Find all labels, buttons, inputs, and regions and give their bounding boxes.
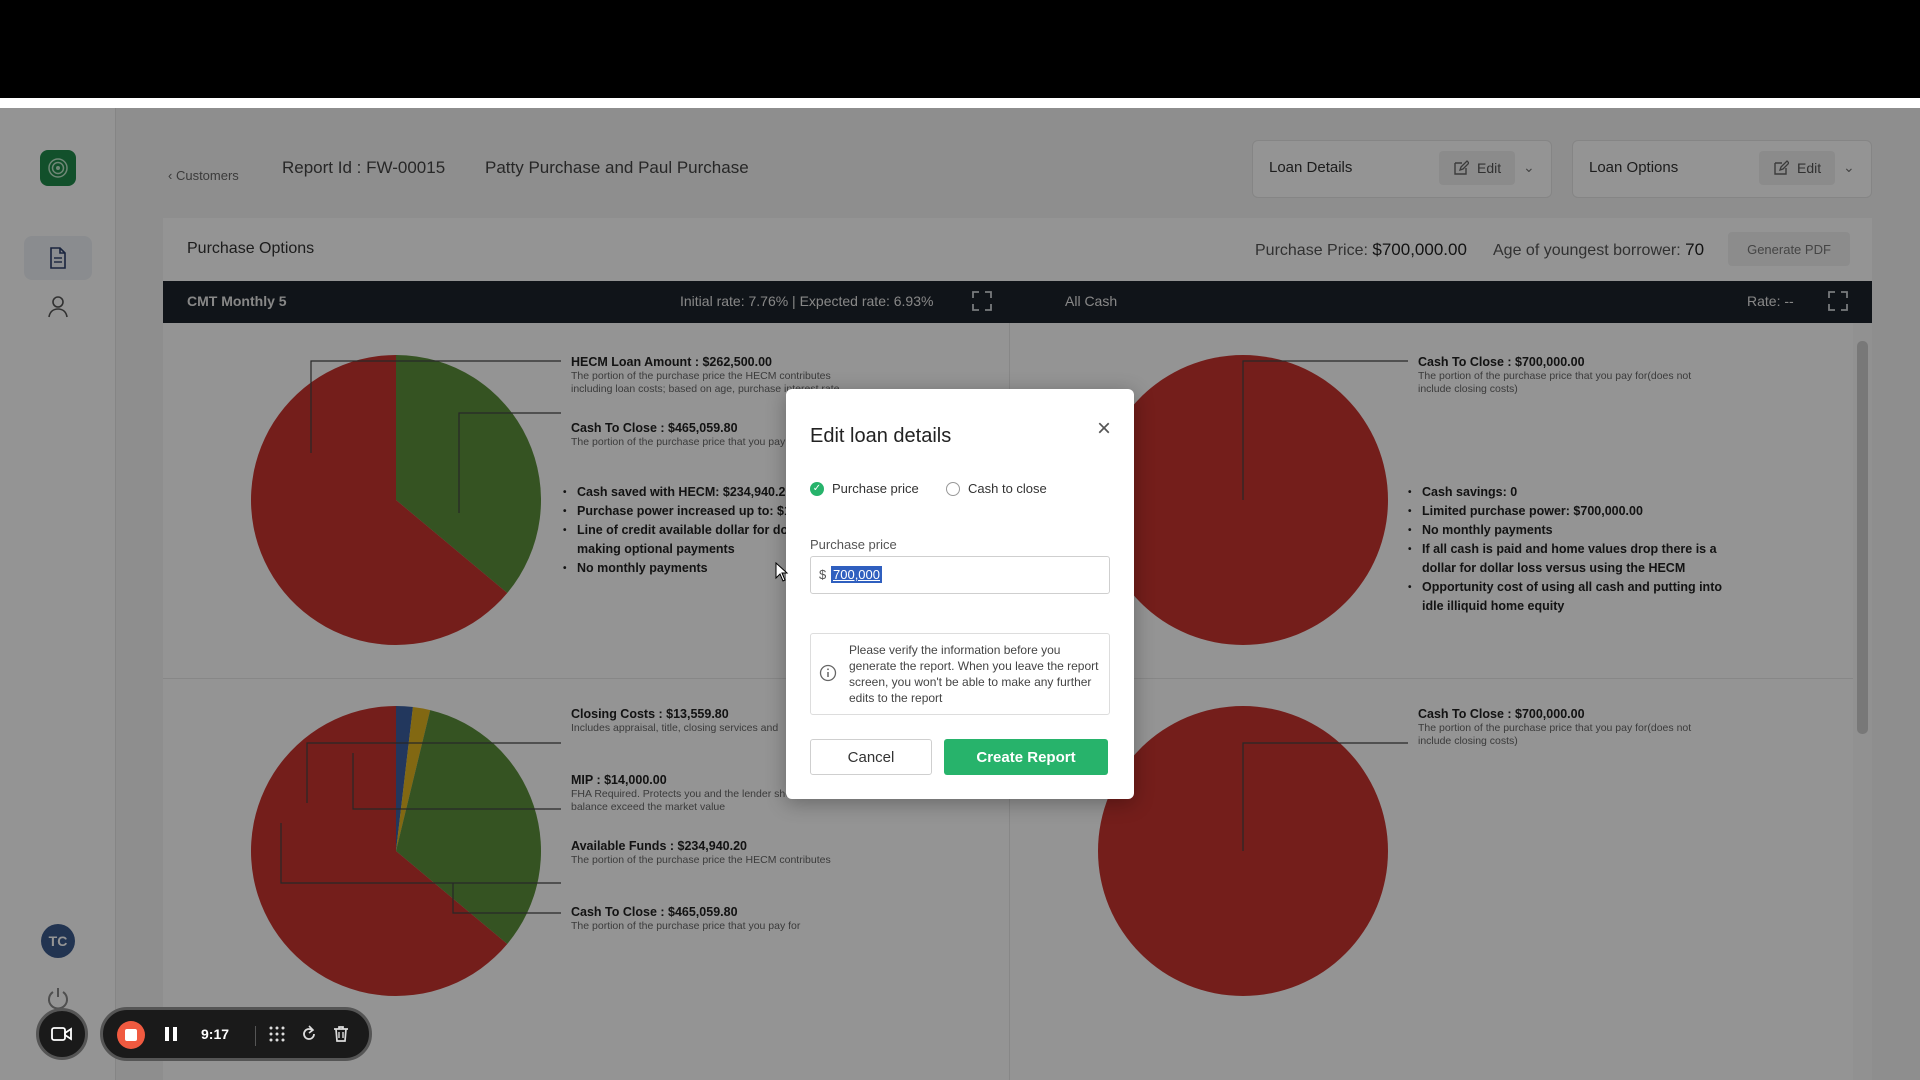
create-report-button[interactable]: Create Report xyxy=(944,739,1108,775)
radio-cash-to-close-label: Cash to close xyxy=(968,481,1047,496)
info-icon xyxy=(819,664,837,682)
cancel-button[interactable]: Cancel xyxy=(810,739,932,775)
radio-purchase-price[interactable]: ✓ Purchase price xyxy=(810,481,919,496)
radio-purchase-price-label: Purchase price xyxy=(832,481,919,496)
trash-icon[interactable] xyxy=(331,1024,351,1044)
radio-cash-to-close[interactable]: Cash to close xyxy=(946,481,1047,496)
recording-timer: 9:17 xyxy=(201,1026,230,1042)
stop-icon xyxy=(125,1029,137,1041)
close-icon[interactable]: × xyxy=(1092,417,1116,441)
purchase-price-value-selected[interactable]: 700,000 xyxy=(831,566,882,583)
video-camera-icon xyxy=(51,1027,72,1041)
pause-icon[interactable] xyxy=(161,1024,181,1044)
recorder-camera-button[interactable] xyxy=(36,1008,88,1060)
screen-top-strip xyxy=(0,98,1920,108)
purchase-price-field-label: Purchase price xyxy=(810,537,897,552)
stop-recording-button[interactable] xyxy=(117,1021,145,1049)
info-text: Please verify the information before you… xyxy=(849,643,1099,705)
restart-icon[interactable] xyxy=(299,1024,319,1044)
screen-top-letterbox xyxy=(0,0,1920,98)
currency-symbol: $ xyxy=(819,567,827,582)
recorder-toolbar: 9:17 xyxy=(100,1007,372,1061)
purchase-price-input[interactable]: $ 700,000 xyxy=(810,556,1110,594)
grid-dots-icon[interactable] xyxy=(267,1024,287,1044)
mouse-cursor-icon xyxy=(775,562,789,582)
radio-unchecked-icon xyxy=(946,481,960,496)
radio-checked-icon: ✓ xyxy=(810,481,824,496)
info-notice: Please verify the information before you… xyxy=(810,633,1110,715)
edit-loan-details-modal: Edit loan details × ✓ Purchase price Cas… xyxy=(786,389,1134,799)
modal-title: Edit loan details xyxy=(810,425,952,447)
toolbar-divider xyxy=(255,1026,256,1046)
